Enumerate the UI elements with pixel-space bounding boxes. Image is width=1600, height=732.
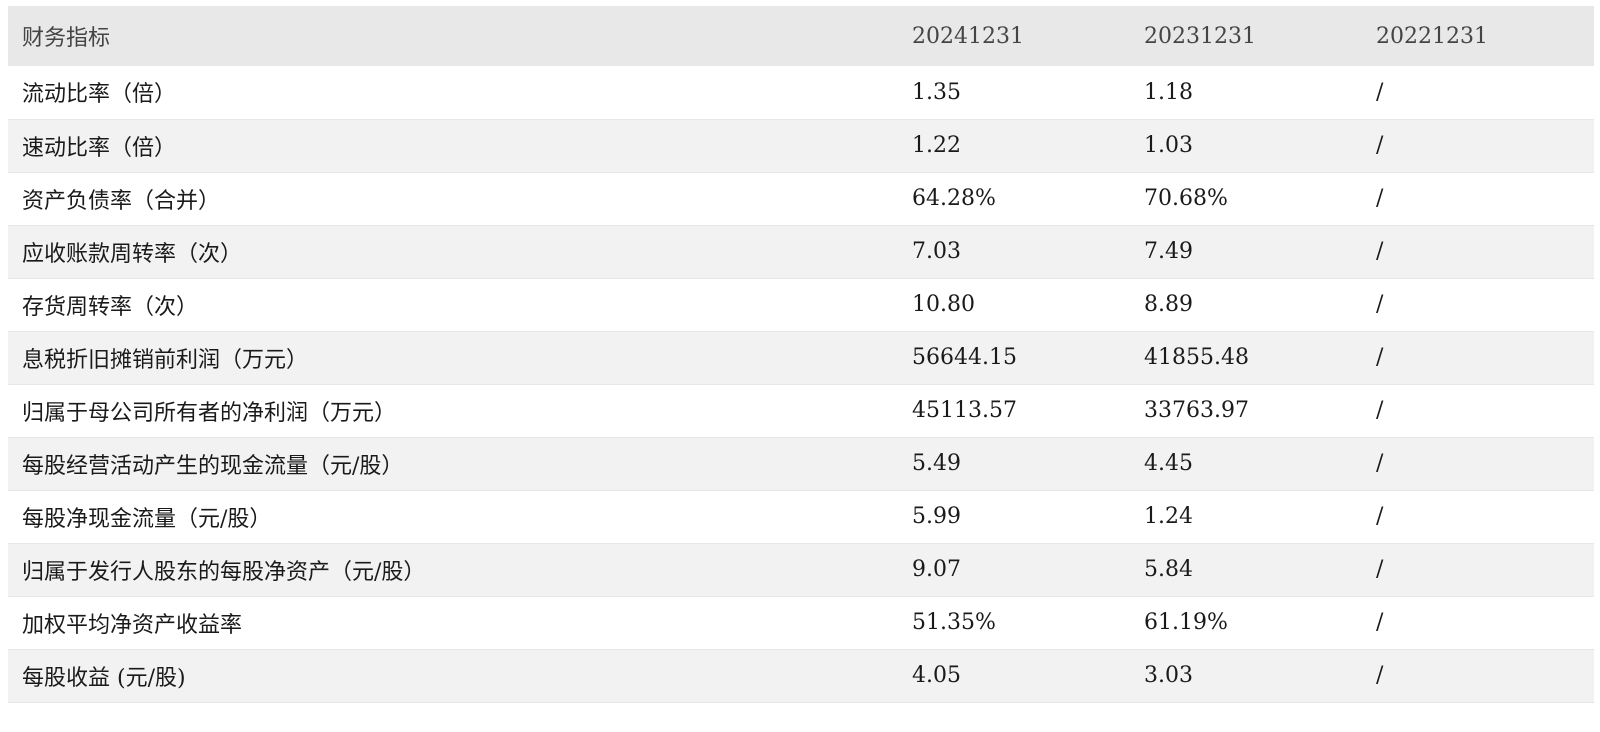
row-value-2023: 33763.97 (1144, 398, 1249, 423)
row-value-2022: / (1376, 451, 1384, 476)
row-value-2024: 56644.15 (912, 345, 1017, 370)
row-value-2023: 3.03 (1144, 663, 1193, 688)
row-value-2022: / (1376, 292, 1384, 317)
row-value-2024: 4.05 (912, 663, 961, 688)
row-value-2024: 45113.57 (912, 398, 1017, 423)
header-2022: 20221231 (1376, 23, 1488, 49)
table-row: 每股净现金流量（元/股） 5.99 1.24 / (8, 490, 1594, 543)
row-value-2022: / (1376, 557, 1384, 582)
financial-indicators-table: 财务指标 20241231 20231231 20221231 流动比率（倍） … (8, 6, 1594, 703)
row-value-2022: / (1376, 610, 1384, 635)
financial-indicators-table-container: 财务指标 20241231 20231231 20221231 流动比率（倍） … (8, 6, 1594, 703)
row-value-2024: 9.07 (912, 557, 961, 582)
row-value-2023: 70.68% (1144, 186, 1228, 211)
row-value-2024: 5.49 (912, 451, 961, 476)
table-header: 财务指标 20241231 20231231 20221231 (8, 6, 1594, 66)
row-indicator-name: 每股经营活动产生的现金流量（元/股） (22, 453, 404, 479)
row-indicator-name: 归属于发行人股东的每股净资产（元/股） (22, 559, 426, 585)
row-indicator-name: 息税折旧摊销前利润（万元） (22, 347, 309, 373)
row-value-2022: / (1376, 504, 1384, 529)
row-value-2024: 7.03 (912, 239, 961, 264)
row-value-2022: / (1376, 239, 1384, 264)
row-indicator-name: 应收账款周转率（次） (22, 241, 243, 267)
row-indicator-name: 每股净现金流量（元/股） (22, 506, 272, 532)
table-body: 流动比率（倍） 1.35 1.18 / 速动比率（倍） 1.22 1.03 / … (8, 66, 1594, 702)
table-row: 息税折旧摊销前利润（万元） 56644.15 41855.48 / (8, 331, 1594, 384)
header-indicator: 财务指标 (22, 26, 111, 51)
row-value-2023: 1.24 (1144, 504, 1193, 529)
row-value-2022: / (1376, 345, 1384, 370)
row-value-2023: 1.03 (1144, 133, 1193, 158)
row-indicator-name: 流动比率（倍） (22, 82, 177, 108)
row-value-2023: 1.18 (1144, 79, 1193, 105)
row-value-2022: / (1376, 398, 1384, 423)
row-value-2024: 10.80 (912, 292, 975, 317)
row-indicator-name: 速动比率（倍） (22, 135, 177, 161)
row-value-2023: 8.89 (1144, 292, 1193, 317)
row-value-2022: / (1376, 79, 1384, 105)
row-value-2024: 51.35% (912, 610, 996, 635)
row-indicator-name: 资产负债率（合并） (22, 188, 221, 214)
table-row: 应收账款周转率（次） 7.03 7.49 / (8, 225, 1594, 278)
table-row: 每股经营活动产生的现金流量（元/股） 5.49 4.45 / (8, 437, 1594, 490)
table-row: 速动比率（倍） 1.22 1.03 / (8, 119, 1594, 172)
row-indicator-name: 归属于母公司所有者的净利润（万元） (22, 400, 397, 426)
row-value-2024: 5.99 (912, 504, 961, 529)
row-indicator-name: 加权平均净资产收益率 (22, 612, 243, 638)
table-row: 流动比率（倍） 1.35 1.18 / (8, 66, 1594, 119)
table-row: 归属于母公司所有者的净利润（万元） 45113.57 33763.97 / (8, 384, 1594, 437)
row-indicator-name: 每股收益 (元/股) (22, 665, 186, 691)
header-row: 财务指标 20241231 20231231 20221231 (8, 6, 1594, 66)
row-value-2024: 1.35 (912, 79, 961, 105)
table-row: 每股收益 (元/股) 4.05 3.03 / (8, 649, 1594, 702)
row-value-2023: 4.45 (1144, 451, 1193, 476)
header-2024: 20241231 (912, 23, 1024, 49)
table-row: 资产负债率（合并） 64.28% 70.68% / (8, 172, 1594, 225)
table-row: 存货周转率（次） 10.80 8.89 / (8, 278, 1594, 331)
header-2023: 20231231 (1144, 23, 1256, 49)
row-value-2023: 61.19% (1144, 610, 1228, 635)
row-value-2024: 64.28% (912, 186, 996, 211)
row-value-2023: 41855.48 (1144, 345, 1249, 370)
row-value-2022: / (1376, 663, 1384, 688)
row-value-2022: / (1376, 186, 1384, 211)
row-value-2023: 5.84 (1144, 557, 1193, 582)
row-indicator-name: 存货周转率（次） (22, 294, 199, 320)
table-row: 加权平均净资产收益率 51.35% 61.19% / (8, 596, 1594, 649)
table-row: 归属于发行人股东的每股净资产（元/股） 9.07 5.84 / (8, 543, 1594, 596)
row-value-2024: 1.22 (912, 133, 961, 158)
row-value-2023: 7.49 (1144, 239, 1193, 264)
row-value-2022: / (1376, 133, 1384, 158)
